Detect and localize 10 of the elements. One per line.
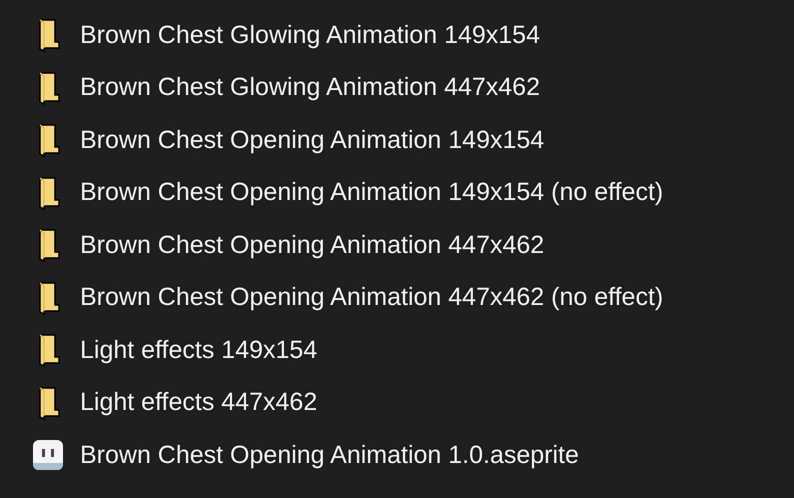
file-name[interactable]: Brown Chest Opening Animation 447x462 (no effect) [80,279,664,316]
app-icon [32,439,64,472]
file-name[interactable]: Light effects 149x154 [80,332,318,369]
file-name[interactable]: Brown Chest Opening Animation 447x462 [80,226,544,264]
file-name[interactable]: Brown Chest Opening Animation 149x154 (no effect) [80,174,664,212]
file-name[interactable]: Light effects 447x462 [80,384,318,422]
file-name[interactable]: Brown Chest Opening Animation 1.0.aseprite [80,436,579,474]
file-name[interactable]: Brown Chest Glowing Animation 447x462 [80,69,540,106]
file-name[interactable]: Brown Chest Glowing Animation 149x154 [80,16,540,54]
file-name[interactable]: Brown Chest Opening Animation 149x154 [80,122,544,159]
